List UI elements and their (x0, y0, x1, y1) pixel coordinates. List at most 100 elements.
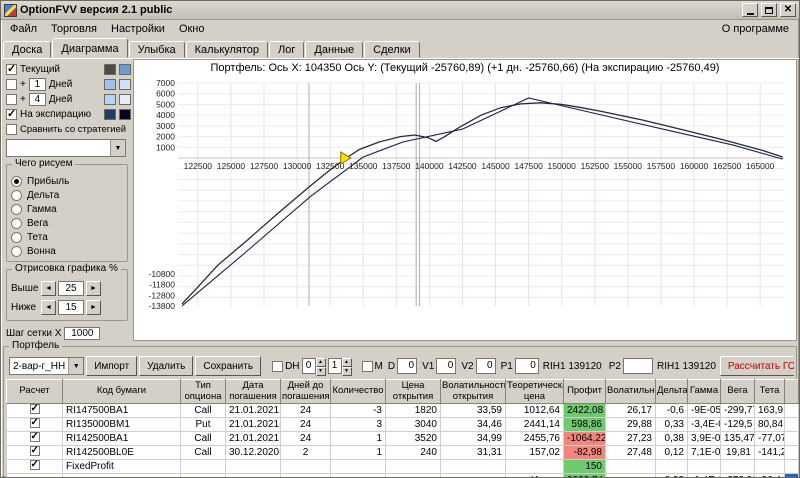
color-swatch[interactable] (104, 109, 116, 120)
cell[interactable] (330, 459, 386, 474)
cell[interactable] (62, 473, 181, 477)
strategy-select[interactable]: 2-вар-г_НН ▼ (9, 357, 85, 375)
cell[interactable] (385, 473, 441, 477)
menu-item-3[interactable]: Окно (172, 21, 212, 37)
cell[interactable]: 21.01.2021 (225, 403, 281, 418)
cell[interactable] (655, 459, 688, 474)
cell[interactable] (505, 459, 564, 474)
cell[interactable] (754, 459, 785, 474)
radio-option-2[interactable]: Гамма (11, 202, 123, 216)
decrement-icon[interactable]: ◄ (41, 281, 56, 296)
cell[interactable]: 3520 (385, 431, 441, 446)
cell[interactable]: 7,1E-05 (687, 445, 721, 460)
column-header[interactable]: Тип опциона (180, 379, 226, 404)
days-input[interactable]: 4 (28, 93, 46, 106)
increment-icon[interactable]: ► (86, 300, 101, 315)
increment-icon[interactable]: ► (86, 281, 101, 296)
row-checkbox[interactable] (29, 460, 40, 470)
dh-spinner-2[interactable]: 1 ▲ ▼ (327, 358, 352, 376)
cell[interactable]: -82,98 (563, 445, 606, 460)
payoff-chart-area[interactable]: Портфель: Ось X: 104350 Ось Y: (Текущий … (133, 59, 797, 341)
column-header[interactable]: Дельта (655, 379, 688, 404)
column-header[interactable]: Код бумаги (62, 379, 181, 404)
import-button[interactable]: Импорт (86, 356, 138, 376)
cell[interactable]: RI142500BL0E (62, 445, 181, 460)
column-header[interactable]: Вега (720, 379, 755, 404)
cell[interactable]: 598,86 (563, 417, 606, 432)
radio-option-4[interactable]: Тета (11, 230, 123, 244)
cell[interactable] (605, 459, 656, 474)
cell[interactable]: Call (180, 431, 226, 446)
cell[interactable]: 163,9 (754, 403, 785, 418)
spinner-arrows[interactable]: ▲ ▼ (341, 358, 352, 376)
cell[interactable]: -141,27 (754, 445, 785, 460)
cell[interactable] (330, 473, 386, 477)
cell[interactable]: 2023,74 (563, 473, 606, 477)
row-checkbox[interactable] (29, 432, 40, 442)
m-checkbox[interactable] (361, 360, 373, 372)
row-end-cell[interactable] (784, 431, 799, 446)
cell[interactable]: 1 (330, 431, 386, 446)
column-header[interactable]: Волатильность (605, 379, 656, 404)
row-end-cell[interactable]: X (784, 473, 799, 477)
delete-button[interactable]: Удалить (139, 356, 194, 376)
cell[interactable] (720, 459, 755, 474)
column-header[interactable]: Дней до погашения (280, 379, 331, 404)
color-swatch[interactable] (119, 79, 131, 90)
cell[interactable]: Call (180, 445, 226, 460)
cell[interactable]: 24 (280, 431, 331, 446)
column-header[interactable]: Профит (563, 379, 606, 404)
cell[interactable] (605, 473, 656, 477)
color-swatch[interactable] (104, 79, 116, 90)
cell[interactable] (180, 459, 226, 474)
cell[interactable] (180, 473, 226, 477)
cell[interactable]: 3040 (385, 417, 441, 432)
cell[interactable]: -77,07 (754, 431, 785, 446)
tab-6[interactable]: Сделки (364, 41, 420, 58)
spinner-arrows[interactable]: ▲ ▼ (315, 358, 326, 376)
cell[interactable] (687, 459, 721, 474)
cell[interactable]: 240 (385, 445, 441, 460)
cell[interactable]: -3,4E-05 (687, 417, 721, 432)
cell[interactable]: 2455,76 (505, 431, 564, 446)
line-checkbox[interactable] (6, 107, 17, 120)
d-input[interactable]: 0 (397, 358, 418, 374)
tab-1[interactable]: Диаграмма (52, 38, 128, 58)
cell[interactable]: 30.12.2020 (225, 445, 281, 460)
cell[interactable]: 27,23 (605, 431, 656, 446)
p1-input[interactable]: 0 (514, 358, 539, 374)
cell[interactable]: 34,46 (440, 417, 506, 432)
decrement-icon[interactable]: ◄ (41, 300, 56, 315)
radio-option-1[interactable]: Дельта (11, 188, 123, 202)
cell[interactable]: Итого: (505, 473, 564, 477)
cell[interactable]: 1820 (385, 403, 441, 418)
column-header[interactable]: Теоретическая цена (505, 379, 564, 404)
chevron-down-icon[interactable]: ▼ (110, 140, 125, 156)
spin-up-icon[interactable]: ▲ (341, 358, 352, 367)
column-header[interactable]: Тета (754, 379, 785, 404)
cell[interactable]: 34,99 (440, 431, 506, 446)
cell[interactable] (385, 459, 441, 474)
save-button[interactable]: Сохранить (195, 356, 262, 376)
cell[interactable]: 2422,08 (563, 403, 606, 418)
tab-0[interactable]: Доска (3, 41, 52, 58)
tab-4[interactable]: Лог (269, 41, 305, 58)
cell[interactable]: 1 (330, 445, 386, 460)
spin-down-icon[interactable]: ▼ (315, 367, 326, 376)
cell[interactable]: 157,02 (505, 445, 564, 460)
color-swatch[interactable] (104, 64, 116, 75)
row-checkbox[interactable] (29, 404, 40, 414)
cell[interactable]: 26,17 (605, 403, 656, 418)
calc-go-button[interactable]: Рассчитать ГО (719, 356, 794, 376)
cell[interactable]: 0,33 (655, 417, 688, 432)
cell[interactable]: 0,38 (655, 431, 688, 446)
cell[interactable]: -273,99 (720, 473, 755, 477)
cell[interactable]: 2441,14 (505, 417, 564, 432)
column-header[interactable]: Количество (330, 379, 386, 404)
cell[interactable]: 21.01.2021 (225, 431, 281, 446)
cell[interactable]: 24 (280, 403, 331, 418)
cell[interactable]: 26,4 (754, 473, 785, 477)
row-checkbox[interactable] (29, 418, 40, 428)
line-checkbox[interactable] (6, 94, 17, 105)
radio-option-0[interactable]: Прибыль (11, 174, 123, 188)
